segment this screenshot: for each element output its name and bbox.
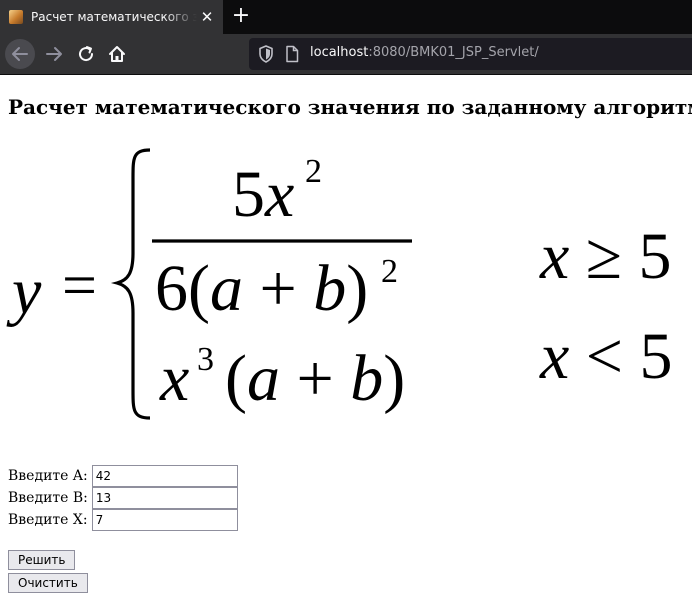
case1-denominator: 6(a + b) — [155, 252, 368, 325]
label-x: Введите X: — [8, 512, 88, 528]
input-b[interactable] — [91, 487, 238, 509]
reset-button[interactable]: Очистить — [8, 573, 88, 593]
page-title: Расчет математического значения по задан… — [8, 95, 692, 119]
submit-button[interactable]: Решить — [8, 550, 76, 570]
close-icon[interactable]: ✕ — [199, 9, 215, 25]
url-text[interactable]: localhost:8080/BMK01_JSP_Servlet/ — [310, 45, 539, 60]
label-a: Введите A: — [8, 468, 88, 484]
browser-tab[interactable]: Расчет математического значе ✕ — [0, 0, 223, 34]
shield-icon[interactable] — [256, 44, 276, 64]
case1-numerator-exp: 2 — [305, 153, 322, 190]
arrow-right-icon — [46, 47, 62, 61]
url-bar[interactable]: localhost:8080/BMK01_JSP_Servlet/ — [249, 38, 692, 70]
reload-icon — [79, 46, 94, 62]
home-icon — [109, 46, 125, 62]
url-host: localhost — [310, 45, 369, 60]
form-row-x: Введите X: — [8, 509, 238, 531]
input-a[interactable] — [91, 465, 238, 487]
case2-condition: x < 5 — [539, 320, 673, 393]
reload-button[interactable] — [70, 38, 102, 70]
tab-strip: Расчет математического значе ✕ + — [0, 0, 692, 34]
case1-denominator-exp: 2 — [381, 253, 398, 290]
case2-rest: (a + b) — [225, 342, 405, 415]
plus-icon[interactable]: + — [230, 5, 252, 27]
form-row-a: Введите A: — [8, 465, 238, 487]
formula-image: y = 5x 2 6(a + b) 2 x 3 (a + b) x ≥ 5 x … — [6, 148, 673, 420]
nav-toolbar: localhost:8080/BMK01_JSP_Servlet/ — [0, 34, 692, 75]
tab-title: Расчет математического значе — [31, 10, 197, 24]
case2-base: x — [159, 342, 189, 415]
form-row-b: Введите B: — [8, 487, 238, 509]
label-b: Введите B: — [8, 490, 88, 506]
case1-condition: x ≥ 5 — [539, 220, 672, 293]
url-path: :8080/BMK01_JSP_Servlet/ — [368, 45, 539, 60]
input-x[interactable] — [91, 509, 238, 531]
forward-button[interactable] — [38, 38, 70, 70]
formula-brace — [110, 148, 151, 420]
arrow-left-icon — [5, 39, 35, 69]
case1-numerator: 5x — [232, 158, 294, 231]
home-button[interactable] — [101, 38, 133, 70]
page-icon[interactable] — [282, 44, 302, 64]
favicon-icon — [9, 10, 23, 24]
formula-lhs: y — [6, 255, 42, 328]
back-button[interactable] — [4, 38, 36, 70]
case2-exp: 3 — [197, 341, 214, 378]
formula-eq: = — [62, 252, 97, 320]
